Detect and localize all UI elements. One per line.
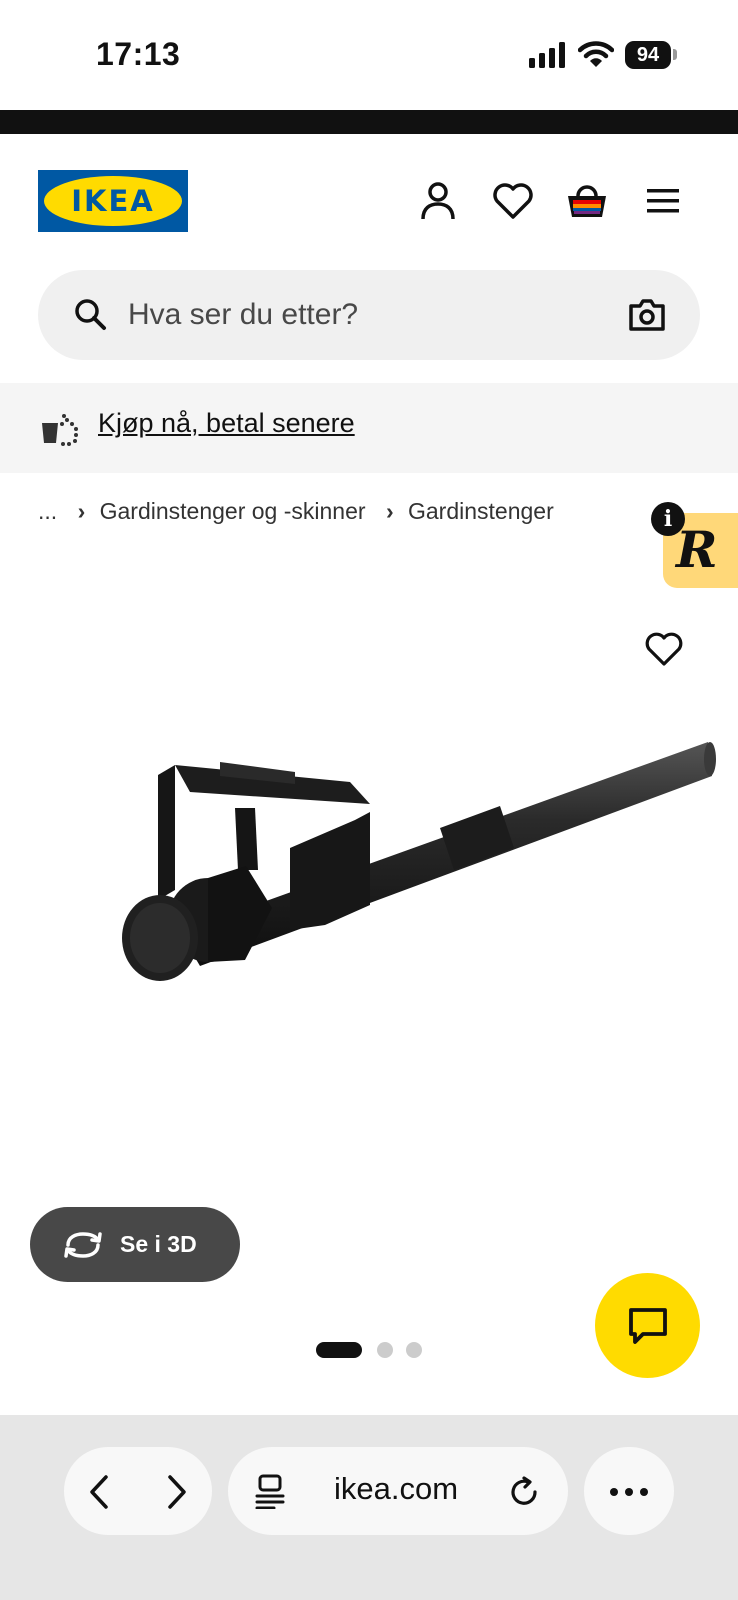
search-input[interactable]: Hva ser du etter?: [128, 298, 358, 332]
status-time: 17:13: [96, 36, 181, 72]
carousel-dot[interactable]: [406, 1342, 422, 1358]
info-icon[interactable]: i: [651, 502, 685, 536]
camera-icon[interactable]: [628, 298, 666, 332]
shopping-bag-icon[interactable]: [565, 179, 609, 223]
address-bar[interactable]: ikea.com: [228, 1447, 568, 1535]
logo-oval: IKEA: [44, 176, 182, 226]
breadcrumb: ... › Gardinstenger og -skinner › Gardin…: [38, 498, 562, 525]
url-text[interactable]: ikea.com: [334, 1471, 458, 1507]
view-in-3d-button[interactable]: Se i 3D: [30, 1207, 240, 1282]
forward-arrow-icon[interactable]: [164, 1473, 190, 1511]
product-image[interactable]: [80, 720, 730, 1020]
account-icon[interactable]: [416, 179, 460, 223]
reload-icon[interactable]: [508, 1475, 542, 1509]
more-dots-icon: [610, 1488, 648, 1496]
breadcrumb-item[interactable]: Gardinstenger og -skinner: [100, 498, 366, 524]
promo-link[interactable]: Kjøp nå, betal senere: [98, 408, 355, 439]
chevron-right-icon: ›: [385, 498, 394, 524]
battery-tip: [673, 49, 677, 60]
menu-icon[interactable]: [641, 179, 685, 223]
reader-view-icon[interactable]: [254, 1473, 286, 1509]
logo-text: IKEA: [71, 184, 155, 218]
more-options-button[interactable]: [584, 1447, 674, 1535]
back-arrow-icon[interactable]: [86, 1473, 112, 1511]
search-icon: [75, 299, 106, 330]
breadcrumb-ellipsis[interactable]: ...: [38, 498, 57, 524]
r-badge-letter: R: [676, 520, 718, 579]
breadcrumb-item[interactable]: Gardinstenger: [408, 498, 554, 524]
carousel-dot-active[interactable]: [316, 1342, 362, 1358]
ikea-logo[interactable]: IKEA: [38, 170, 188, 232]
carousel-dot[interactable]: [377, 1342, 393, 1358]
payment-basket-icon: [42, 414, 78, 446]
wifi-icon: [578, 41, 614, 67]
browser-nav-pill: [64, 1447, 212, 1535]
view-in-3d-label: Se i 3D: [120, 1231, 197, 1257]
battery-indicator: 94: [625, 41, 671, 69]
add-to-favorites-icon[interactable]: [643, 628, 685, 670]
rotate-3d-icon: [64, 1232, 102, 1258]
chat-bubble-icon: [629, 1308, 667, 1344]
cellular-signal-icon: [529, 42, 565, 68]
chevron-right-icon: ›: [77, 498, 86, 524]
top-black-bar: [0, 110, 738, 134]
favorites-icon[interactable]: [491, 179, 535, 223]
status-bar: 17:13 94: [0, 0, 738, 110]
chat-button[interactable]: [595, 1273, 700, 1378]
